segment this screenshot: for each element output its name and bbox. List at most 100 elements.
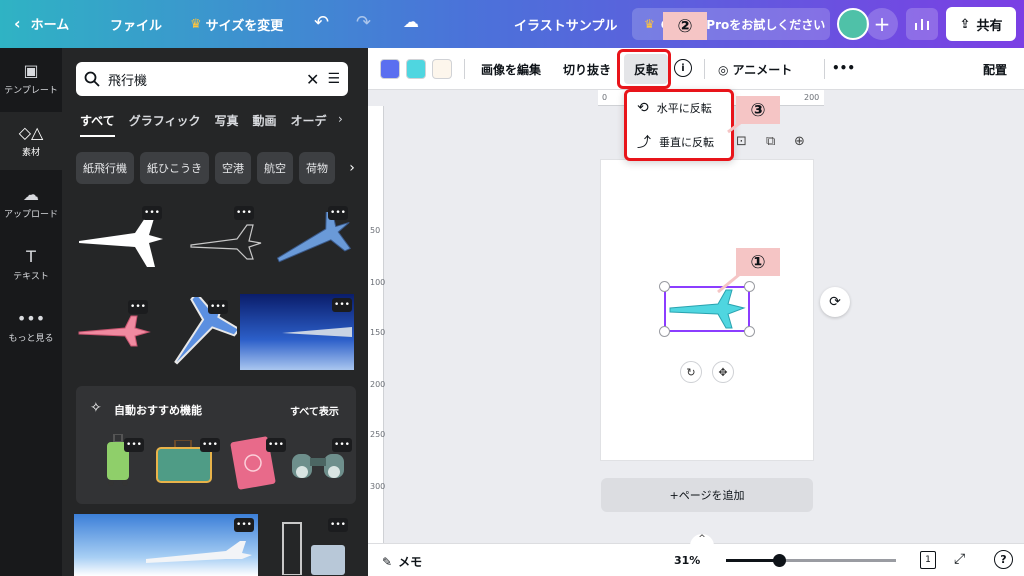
resize-handle[interactable]: [659, 281, 670, 292]
resize-handle[interactable]: [744, 326, 755, 337]
chip-paper-plane[interactable]: 紙飛行機: [76, 152, 134, 184]
color-swatch-1[interactable]: [380, 59, 400, 79]
rail-item-uploads[interactable]: ☁ アップロード: [0, 174, 62, 232]
refresh-ai-icon[interactable]: ⟳: [820, 287, 850, 317]
layout-icon: ▣: [23, 60, 39, 80]
elements-icon: ◇△: [18, 122, 44, 142]
tab-videos[interactable]: 動画: [252, 112, 276, 137]
chevron-right-icon[interactable]: ›: [338, 112, 343, 126]
more-tools-button[interactable]: •••: [832, 61, 855, 75]
clear-icon[interactable]: ✕: [306, 70, 319, 89]
jet-sky-photo[interactable]: [74, 514, 258, 576]
more-options-icon[interactable]: •••: [328, 518, 348, 532]
ruler-label: 200: [804, 93, 820, 102]
search-input[interactable]: 飛行機: [108, 70, 298, 89]
crop-button[interactable]: 切り抜き: [563, 61, 611, 78]
search-icon: [84, 71, 100, 87]
chevron-right-icon[interactable]: ›: [340, 152, 364, 184]
airplane-sketch-graphic[interactable]: [186, 213, 266, 269]
see-all-link[interactable]: すべて表示: [290, 403, 339, 418]
more-options-icon[interactable]: •••: [142, 206, 162, 220]
chip-luggage[interactable]: 荷物: [299, 152, 335, 184]
flip-horizontal-item[interactable]: ⟲ 水平に反転: [637, 100, 712, 116]
ruler-left: 50 100 150 200 250 300: [368, 106, 385, 543]
rail-item-templates[interactable]: ▣ テンプレート: [0, 50, 62, 108]
lock-icon[interactable]: ⊡: [736, 134, 747, 149]
more-options-icon[interactable]: •••: [332, 298, 352, 312]
more-options-icon[interactable]: •••: [124, 438, 144, 452]
tab-graphics[interactable]: グラフィック: [129, 112, 201, 137]
more-options-icon[interactable]: •••: [208, 300, 228, 314]
divider: [704, 59, 705, 79]
add-collaborator-icon[interactable]: +: [866, 8, 898, 40]
redo-icon[interactable]: ↷: [356, 12, 371, 33]
rail-item-more[interactable]: ••• もっと見る: [0, 298, 62, 356]
elements-panel: 飛行機 ✕ ☰ すべて グラフィック 写真 動画 オーデ › 紙飛行機 紙ひこう…: [62, 48, 368, 576]
home-button[interactable]: ‹ ホーム: [14, 14, 69, 33]
annotation-two: ②: [663, 12, 707, 40]
flip-menu: ⟲ 水平に反転 ⤴ 垂直に反転: [624, 89, 734, 161]
pages-icon[interactable]: 1: [920, 551, 936, 569]
more-options-icon[interactable]: •••: [266, 438, 286, 452]
resize-handle[interactable]: [659, 326, 670, 337]
cloud-save-icon[interactable]: ☁: [403, 12, 419, 31]
suggestion-chips: 紙飛行機 紙ひこうき 空港 航空 荷物: [76, 152, 335, 184]
position-button[interactable]: 配置: [983, 61, 1007, 78]
move-icon[interactable]: ✥: [712, 361, 734, 383]
info-icon[interactable]: i: [674, 59, 692, 77]
color-swatch-3[interactable]: [432, 59, 452, 79]
tab-photos[interactable]: 写真: [214, 112, 238, 137]
annotation-one: ①: [736, 248, 780, 276]
more-options-icon[interactable]: •••: [128, 300, 148, 314]
more-options-icon[interactable]: •••: [332, 438, 352, 452]
undo-icon[interactable]: ↶: [314, 12, 329, 33]
editor-toolbar: 画像を編集 切り抜き 反転 i ◎ アニメート ••• 配置: [368, 48, 1024, 90]
add-page-icon[interactable]: ⊕: [794, 134, 805, 149]
notes-button[interactable]: ✎ メモ: [382, 553, 422, 570]
rail-item-elements[interactable]: ◇△ 素材: [0, 112, 62, 170]
avatar[interactable]: [837, 8, 869, 40]
rail-item-label: テキスト: [13, 271, 49, 282]
edit-image-button[interactable]: 画像を編集: [481, 61, 541, 78]
more-options-icon[interactable]: •••: [234, 518, 254, 532]
flip-vertical-item[interactable]: ⤴ 垂直に反転: [637, 132, 714, 152]
share-button[interactable]: ⇪ 共有: [946, 7, 1016, 41]
help-icon[interactable]: ?: [994, 550, 1013, 569]
zoom-level[interactable]: 31%: [674, 554, 700, 567]
zoom-slider[interactable]: [726, 554, 896, 567]
category-tabs: すべて グラフィック 写真 動画 オーデ: [80, 112, 327, 137]
sparkle-icon: ✧: [90, 400, 102, 416]
tab-all[interactable]: すべて: [80, 112, 115, 137]
add-page-button[interactable]: +ページを追加: [601, 478, 813, 512]
rotate-icon[interactable]: ↻: [680, 361, 702, 383]
zoom-slider-fill: [726, 559, 779, 562]
file-menu-button[interactable]: ファイル: [110, 15, 162, 34]
try-pro-button[interactable]: ♛ Canva Proをお試しください: [632, 8, 830, 40]
more-options-icon[interactable]: •••: [200, 438, 220, 452]
tab-audio[interactable]: オーデ: [290, 112, 326, 137]
color-swatch-2[interactable]: [406, 59, 426, 79]
animate-button[interactable]: ◎ アニメート: [718, 61, 792, 78]
resize-button[interactable]: ♛ サイズを変更: [190, 15, 283, 34]
insights-icon[interactable]: [906, 8, 938, 40]
notes-label: メモ: [398, 555, 423, 569]
resize-handle[interactable]: [744, 281, 755, 292]
chip-aviation[interactable]: 航空: [257, 152, 293, 184]
chip-airport[interactable]: 空港: [215, 152, 251, 184]
filter-icon[interactable]: ☰: [327, 71, 340, 87]
ruler-label: 0: [602, 93, 608, 102]
duplicate-page-icon[interactable]: ⧉: [766, 134, 775, 149]
design-title[interactable]: イラストサンプル: [514, 15, 617, 34]
chip-paper-plane-hira[interactable]: 紙ひこうき: [140, 152, 209, 184]
more-icon: •••: [16, 308, 46, 328]
more-options-icon[interactable]: •••: [328, 206, 348, 220]
search-field[interactable]: 飛行機 ✕ ☰: [76, 62, 348, 96]
highlight-flip-button: [617, 49, 671, 89]
auto-recommend-section: ✧ 自動おすすめ機能 すべて表示 ••• ••• ••• •••: [76, 386, 356, 504]
zoom-slider-knob[interactable]: [772, 554, 786, 567]
fullscreen-icon[interactable]: ⤢: [954, 551, 965, 567]
annotation-pointer: [727, 118, 745, 134]
more-options-icon[interactable]: •••: [234, 206, 254, 220]
flip-vertical-label: 垂直に反転: [659, 136, 714, 149]
rail-item-text[interactable]: T テキスト: [0, 236, 62, 294]
